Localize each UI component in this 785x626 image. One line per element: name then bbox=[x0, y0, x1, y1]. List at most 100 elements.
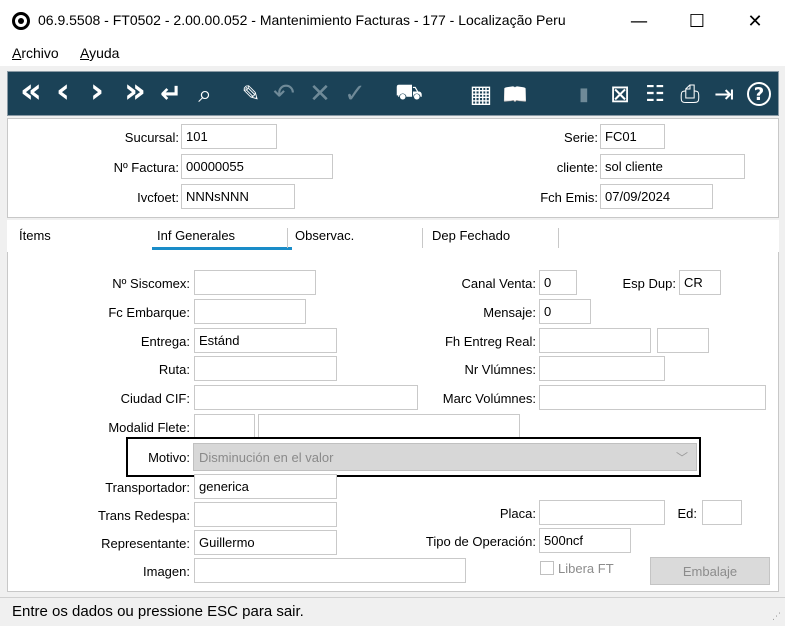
ruta-field[interactable] bbox=[194, 356, 337, 381]
ivcfoet-field[interactable]: NNNsNNN bbox=[181, 184, 295, 209]
chevron-left-icon: ‹ bbox=[55, 71, 70, 111]
report-icon: ▮ bbox=[579, 83, 589, 105]
tab-bar: Ítems Inf Generales Observac. Dep Fechad… bbox=[7, 220, 779, 252]
siscomex-field[interactable] bbox=[194, 270, 316, 295]
print-button[interactable]: ⎙ bbox=[676, 78, 704, 110]
transportador-field[interactable]: generica bbox=[194, 474, 337, 499]
esp-dup-label: Esp Dup: bbox=[622, 276, 676, 291]
confirm-button[interactable]: ✓ bbox=[340, 78, 370, 110]
window-title: 06.9.5508 - FT0502 - 2.00.00.052 - Mante… bbox=[38, 12, 566, 28]
tab-inf-generales[interactable]: Inf Generales bbox=[157, 228, 235, 243]
return-icon: ↵ bbox=[160, 79, 182, 109]
ivcfoet-label: Ivcfoet: bbox=[137, 190, 179, 205]
serie-label: Serie: bbox=[564, 130, 598, 145]
ed-field[interactable] bbox=[702, 500, 742, 525]
calculator-icon: ▦ bbox=[469, 80, 493, 108]
trans-redespa-field[interactable] bbox=[194, 502, 337, 527]
representante-label: Representante: bbox=[101, 536, 190, 551]
book-button[interactable]: 📖 bbox=[498, 78, 532, 110]
goto-button[interactable]: ↵ bbox=[156, 78, 186, 110]
next-record-button[interactable]: › bbox=[86, 71, 108, 111]
mensaje-label: Mensaje: bbox=[483, 305, 536, 320]
search-button[interactable]: ⌕ bbox=[192, 78, 218, 110]
report-button[interactable]: ▮ bbox=[572, 78, 596, 110]
help-icon: ? bbox=[747, 82, 771, 106]
fch-emis-label: Fch Emis: bbox=[540, 190, 598, 205]
first-record-button[interactable]: « bbox=[16, 71, 46, 111]
last-record-button[interactable]: » bbox=[120, 71, 150, 111]
tab-dep-fechado[interactable]: Dep Fechado bbox=[432, 228, 510, 243]
maximize-button[interactable]: ☐ bbox=[668, 0, 726, 42]
ciudad-cif-field[interactable] bbox=[194, 385, 418, 410]
modalid-flete-label: Modalid Flete: bbox=[108, 420, 190, 435]
close-button[interactable]: ✕ bbox=[726, 0, 784, 42]
sucursal-field[interactable]: 101 bbox=[181, 124, 277, 149]
undo-button[interactable]: ↶ bbox=[270, 78, 298, 110]
book-icon: 📖 bbox=[502, 82, 528, 106]
minimize-button[interactable]: — bbox=[610, 0, 668, 42]
double-right-icon: » bbox=[124, 71, 146, 111]
tab-observac[interactable]: Observac. bbox=[295, 228, 354, 243]
calculator-button[interactable]: ▦ bbox=[468, 78, 494, 110]
fc-embarque-field[interactable] bbox=[194, 299, 306, 324]
tree-icon: ☷ bbox=[645, 81, 665, 107]
maximize-icon: ☐ bbox=[688, 10, 706, 32]
app-icon bbox=[12, 12, 30, 30]
close-icon: ✕ bbox=[747, 10, 763, 32]
help-button[interactable]: ? bbox=[746, 78, 772, 110]
chevron-right-icon: › bbox=[89, 71, 104, 111]
tree-button[interactable]: ☷ bbox=[642, 78, 668, 110]
motivo-label: Motivo: bbox=[148, 450, 190, 465]
tab-separator bbox=[422, 228, 423, 248]
active-tab-indicator bbox=[152, 247, 292, 250]
excel-button[interactable]: ⊠ bbox=[606, 78, 634, 110]
libera-ft-checkbox[interactable] bbox=[540, 561, 554, 575]
resize-grip-icon[interactable]: ⋰ bbox=[772, 611, 781, 622]
imagen-field[interactable] bbox=[194, 558, 466, 583]
ciudad-cif-label: Ciudad CIF: bbox=[120, 391, 190, 406]
prev-record-button[interactable]: ‹ bbox=[52, 71, 74, 111]
marc-volumenes-label: Marc Volúmnes: bbox=[442, 391, 536, 406]
toolbar: « ‹ › » ↵ ⌕ ✎ ↶ ✕ ✓ ⛟ ▦ 📖 ▮ ⊠ ☷ ⎙ ⇥ ? bbox=[7, 71, 779, 116]
edit-button[interactable]: ✎ bbox=[238, 78, 264, 110]
libera-ft-label: Libera FT bbox=[558, 561, 614, 576]
ed-label: Ed: bbox=[677, 506, 697, 521]
embalaje-button[interactable]: Embalaje bbox=[650, 557, 770, 585]
fc-embarque-label: Fc Embarque: bbox=[108, 305, 190, 320]
tab-separator bbox=[558, 228, 559, 248]
nr-volumenes-field[interactable] bbox=[539, 356, 665, 381]
cliente-label: cliente: bbox=[556, 160, 598, 175]
canal-venta-field[interactable]: 0 bbox=[539, 270, 577, 295]
exit-button[interactable]: ⇥ bbox=[710, 78, 738, 110]
transportador-label: Transportador: bbox=[105, 480, 190, 495]
placa-field[interactable] bbox=[539, 500, 665, 525]
menu-archivo[interactable]: Archivo bbox=[12, 45, 59, 61]
excel-icon: ⊠ bbox=[609, 80, 631, 108]
cancel-button[interactable]: ✕ bbox=[306, 78, 334, 110]
ruta-label: Ruta: bbox=[158, 362, 190, 377]
fh-entreg-real-field[interactable] bbox=[539, 328, 651, 353]
fch-emis-field[interactable]: 07/09/2024 bbox=[600, 184, 713, 209]
esp-dup-field[interactable]: CR bbox=[679, 270, 721, 295]
serie-field[interactable]: FC01 bbox=[600, 124, 665, 149]
double-left-icon: « bbox=[20, 71, 42, 111]
title-bar: 06.9.5508 - FT0502 - 2.00.00.052 - Mante… bbox=[0, 0, 785, 42]
entrega-field[interactable]: Estánd bbox=[194, 328, 337, 353]
marc-volumenes-field[interactable] bbox=[539, 385, 766, 410]
representante-field[interactable]: Guillermo bbox=[194, 530, 337, 555]
factura-field[interactable]: 00000055 bbox=[181, 154, 333, 179]
placa-label: Placa: bbox=[499, 506, 536, 521]
canal-venta-label: Canal Venta: bbox=[461, 276, 536, 291]
modalid-flete-desc-field bbox=[258, 414, 520, 439]
sucursal-label: Sucursal: bbox=[124, 130, 179, 145]
modalid-flete-code-field[interactable] bbox=[194, 414, 255, 439]
delivery-button[interactable]: ⛟ bbox=[394, 78, 424, 110]
cliente-field[interactable]: sol cliente bbox=[600, 154, 745, 179]
menu-ayuda[interactable]: Ayuda bbox=[80, 45, 119, 61]
tab-items[interactable]: Ítems bbox=[19, 228, 51, 243]
fh-entreg-time-field[interactable] bbox=[657, 328, 709, 353]
tipo-operacion-field[interactable]: 500ncf bbox=[539, 528, 631, 553]
motivo-select[interactable]: Disminución en el valor bbox=[193, 443, 697, 471]
cancel-icon: ✕ bbox=[309, 79, 331, 109]
mensaje-field[interactable]: 0 bbox=[539, 299, 591, 324]
